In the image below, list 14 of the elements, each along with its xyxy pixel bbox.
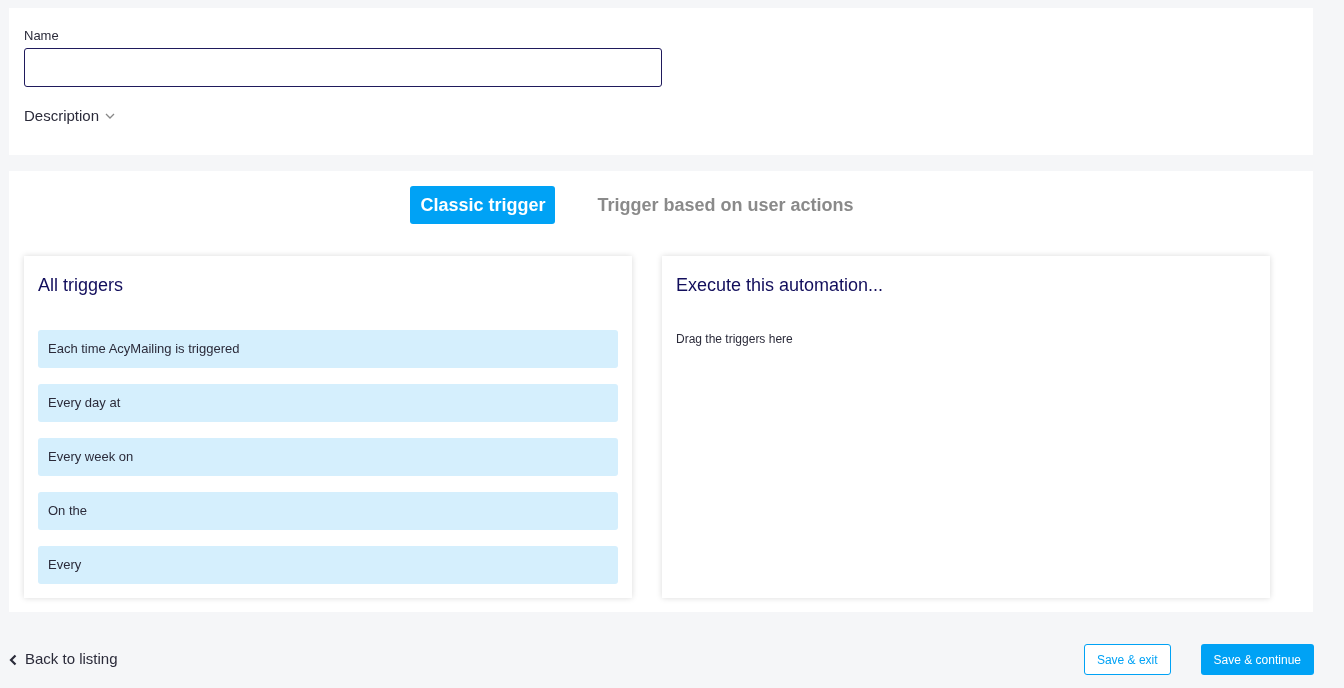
drop-hint: Drag the triggers here xyxy=(676,331,794,348)
trigger-item[interactable]: Every day at xyxy=(38,384,618,422)
back-link[interactable]: Back to listing xyxy=(9,648,118,671)
name-input[interactable] xyxy=(24,48,662,87)
chevron-icon xyxy=(105,113,116,120)
description-toggle[interactable]: Description xyxy=(24,105,116,128)
trigger-item[interactable]: Each time AcyMailing is triggered xyxy=(38,330,618,368)
trigger-item[interactable]: Every xyxy=(38,546,618,584)
chevron-left-icon xyxy=(9,653,17,666)
panel-title: All triggers xyxy=(38,274,125,296)
name-label: Name xyxy=(24,28,60,44)
trigger-item[interactable]: Every week on xyxy=(38,438,618,476)
trigger-item[interactable]: On the xyxy=(38,492,618,530)
panel-title: Execute this automation... xyxy=(676,274,885,296)
